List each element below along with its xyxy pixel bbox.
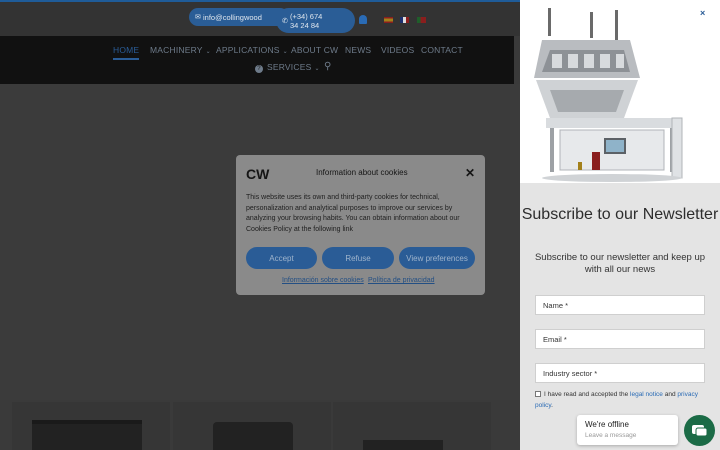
nav-applications-label: APPLICATIONS bbox=[216, 45, 280, 55]
nav-contact[interactable]: CONTACT bbox=[421, 45, 463, 55]
chat-button[interactable] bbox=[684, 415, 715, 446]
nav-machinery-label: MACHINERY bbox=[150, 45, 203, 55]
legal-notice-link[interactable]: legal notice bbox=[630, 391, 663, 398]
close-icon[interactable]: × bbox=[700, 8, 705, 18]
envelope-icon: ✉ bbox=[195, 14, 201, 21]
product-card[interactable] bbox=[173, 402, 331, 450]
product-image bbox=[363, 440, 443, 450]
newsletter-subtitle: Subscribe to our newsletter and keep up … bbox=[534, 252, 706, 275]
newsletter-image-area bbox=[520, 0, 720, 183]
question-icon: ? bbox=[255, 65, 263, 73]
phone-text: (+34) 674 34 24 84 bbox=[290, 12, 322, 30]
nav-machinery[interactable]: MACHINERY ⌄ bbox=[150, 45, 211, 55]
product-card[interactable] bbox=[333, 402, 491, 450]
email-pill[interactable]: ✉ info@collingwood bbox=[189, 8, 289, 26]
phone-pill[interactable]: ✆ (+34) 674 34 24 84 bbox=[276, 8, 355, 33]
industry-sector-select[interactable]: Industry sector * bbox=[535, 363, 705, 383]
industry-sector-placeholder: Industry sector * bbox=[543, 368, 598, 378]
consent-row: I have read and accepted the legal notic… bbox=[535, 389, 710, 411]
bell-icon[interactable] bbox=[359, 15, 367, 24]
nav-services-label: SERVICES bbox=[267, 62, 312, 72]
email-field[interactable]: Email * bbox=[535, 329, 705, 349]
product-image bbox=[32, 420, 142, 450]
multihead-weigher-image bbox=[534, 8, 683, 182]
chat-bubble-icon bbox=[692, 425, 708, 437]
refuse-button[interactable]: Refuse bbox=[322, 247, 394, 269]
nav-home[interactable]: HOME bbox=[113, 45, 140, 60]
cookie-description: This website uses its own and third-part… bbox=[246, 194, 460, 233]
view-preferences-button[interactable]: View preferences bbox=[399, 247, 475, 269]
nav-home-label: HOME bbox=[113, 45, 140, 55]
chat-status: We're offline bbox=[585, 420, 629, 429]
close-icon[interactable]: ✕ bbox=[465, 166, 475, 180]
nav-about-label: ABOUT CW bbox=[291, 45, 339, 55]
consent-prefix: I have read and accepted the bbox=[544, 391, 631, 398]
flag-spain-icon[interactable] bbox=[384, 17, 393, 23]
main-navigation: HOME MACHINERY ⌄ APPLICATIONS ⌄ ABOUT CW N… bbox=[0, 36, 514, 84]
cw-logo: CW bbox=[246, 166, 270, 182]
nav-news[interactable]: NEWS bbox=[345, 45, 371, 55]
newsletter-title: Subscribe to our Newsletter bbox=[521, 206, 719, 223]
nav-services[interactable]: ? SERVICES ⌄ bbox=[255, 62, 320, 73]
phone-line-2: 34 24 84 bbox=[290, 20, 320, 30]
email-text: info@collingwood bbox=[203, 12, 262, 22]
privacy-policy-link[interactable]: Política de privacidad bbox=[368, 277, 435, 284]
chevron-down-icon: ⌄ bbox=[282, 49, 288, 55]
consent-suffix: . bbox=[551, 402, 553, 409]
flag-portugal-icon[interactable] bbox=[417, 17, 426, 23]
chevron-down-icon: ⌄ bbox=[205, 49, 211, 55]
product-card[interactable] bbox=[12, 402, 170, 450]
chat-action: Leave a message bbox=[585, 432, 637, 439]
phone-icon: ✆ bbox=[282, 18, 288, 25]
nav-applications[interactable]: APPLICATIONS ⌄ bbox=[216, 45, 288, 55]
chevron-down-icon: ⌄ bbox=[314, 66, 320, 72]
consent-and: and bbox=[662, 391, 678, 398]
name-field[interactable]: Name * bbox=[535, 295, 705, 315]
product-image bbox=[213, 422, 293, 450]
chat-widget[interactable]: We're offline Leave a message bbox=[577, 415, 678, 445]
nav-videos-label: VIDEOS bbox=[381, 45, 415, 55]
flag-france-icon[interactable] bbox=[400, 17, 409, 23]
accept-button[interactable]: Accept bbox=[246, 247, 317, 269]
top-bar: ✉ info@collingwood ✆ (+34) 674 34 24 84 bbox=[0, 2, 520, 36]
email-field-placeholder: Email * bbox=[543, 334, 567, 344]
cookie-dialog-title: Information about cookies bbox=[316, 168, 408, 177]
phone-line-1: (+34) 674 bbox=[290, 11, 323, 21]
consent-checkbox[interactable] bbox=[535, 391, 541, 397]
nav-videos[interactable]: VIDEOS bbox=[381, 45, 414, 55]
nav-about[interactable]: ABOUT CW bbox=[291, 45, 338, 55]
search-icon[interactable]: ⚲ bbox=[324, 61, 332, 72]
cookies-info-link[interactable]: Información sobre cookies bbox=[282, 277, 364, 284]
name-field-placeholder: Name * bbox=[543, 300, 569, 310]
cookie-consent-dialog: CW Information about cookies ✕ This webs… bbox=[236, 155, 485, 295]
nav-contact-label: CONTACT bbox=[421, 45, 463, 55]
nav-news-label: NEWS bbox=[345, 45, 372, 55]
